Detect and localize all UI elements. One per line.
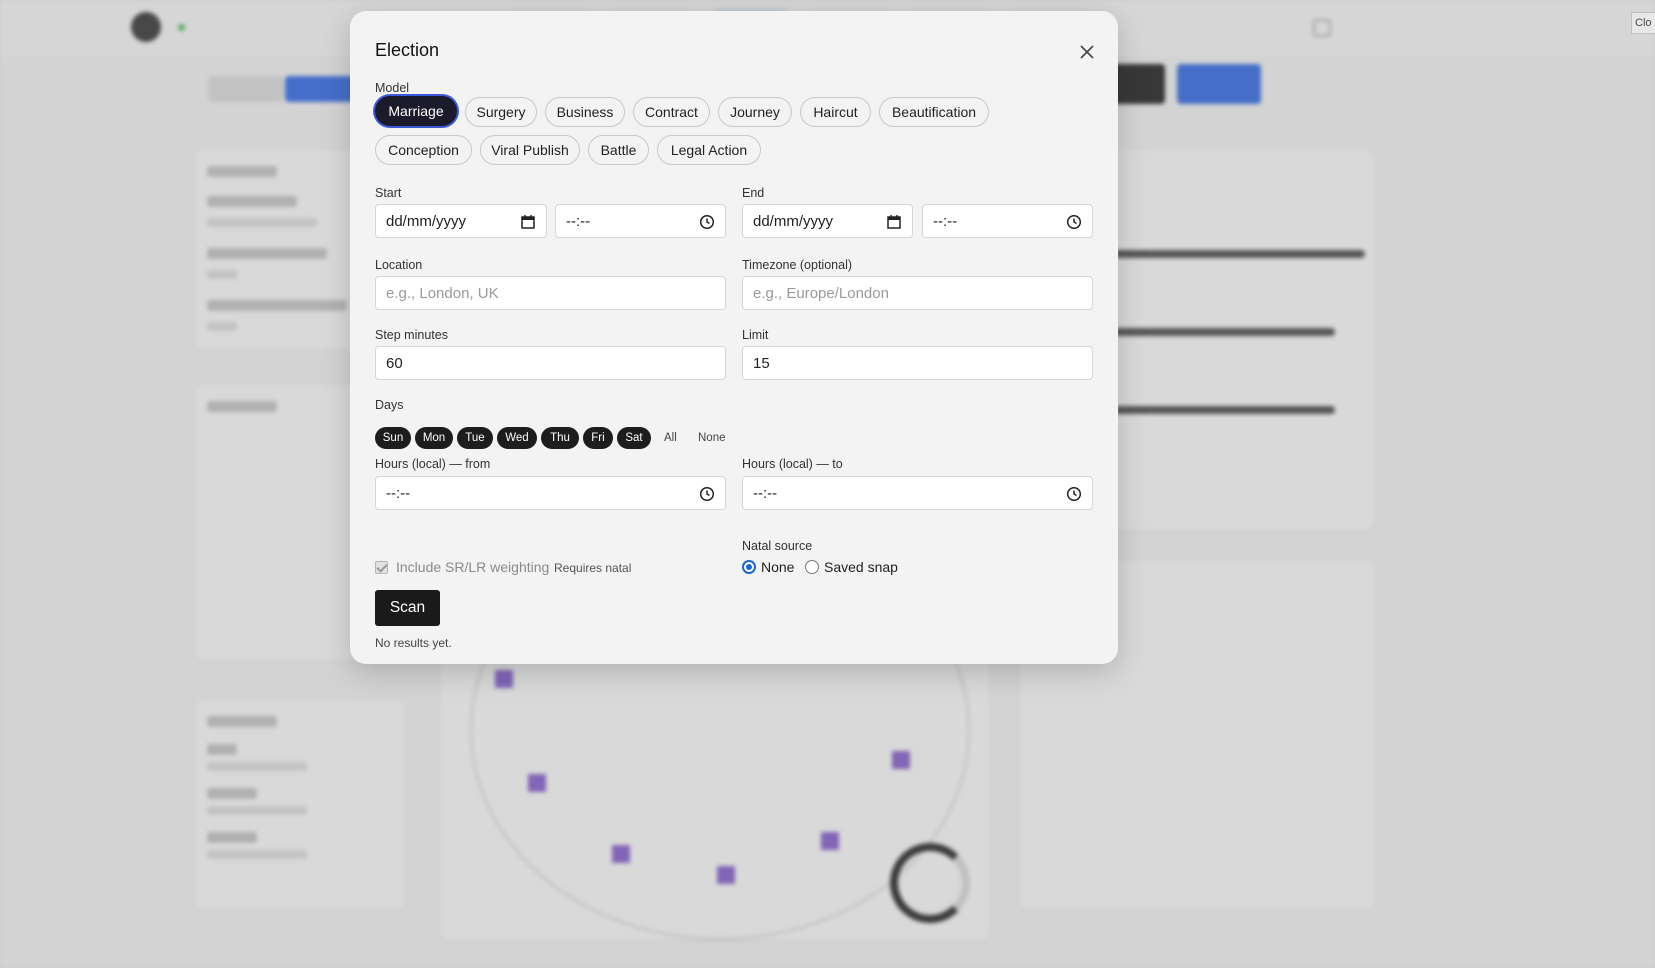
day-thu-toggle[interactable]: Thu — [541, 427, 579, 449]
day-wed-toggle[interactable]: Wed — [497, 427, 537, 449]
limit-value: 15 — [753, 354, 770, 372]
hours-from-label: Hours (local) — from — [375, 457, 491, 471]
location-placeholder: e.g., London, UK — [386, 284, 499, 302]
end-date-input[interactable]: dd/mm/yyyy — [742, 204, 913, 238]
model-viral-publish-button[interactable]: Viral Publish — [480, 135, 580, 165]
model-legal-action-button[interactable]: Legal Action — [657, 135, 761, 165]
model-label: Model — [375, 81, 410, 95]
day-mon-toggle[interactable]: Mon — [415, 427, 453, 449]
start-time-input[interactable]: --:-- — [555, 204, 726, 238]
weighting-checkbox[interactable] — [375, 561, 388, 574]
natal-saved-snap-label: Saved snap — [824, 559, 898, 575]
dialog-title: Election — [375, 40, 440, 60]
clock-icon[interactable] — [699, 486, 715, 502]
end-time-placeholder: --:-- — [933, 212, 958, 230]
hours-from-input[interactable]: --:-- — [375, 476, 726, 510]
weighting-note: Requires natal — [554, 561, 632, 575]
model-beautification-button[interactable]: Beautification — [879, 97, 989, 127]
clock-icon[interactable] — [1066, 214, 1082, 230]
natal-none-label: None — [761, 559, 795, 575]
model-marriage-button[interactable]: Marriage — [375, 96, 457, 126]
calendar-icon[interactable] — [520, 214, 536, 230]
hours-from-placeholder: --:-- — [386, 484, 411, 502]
timezone-placeholder: e.g., Europe/London — [753, 284, 889, 302]
clock-icon[interactable] — [1066, 486, 1082, 502]
model-conception-button[interactable]: Conception — [375, 135, 472, 165]
hours-to-label: Hours (local) — to — [742, 457, 843, 471]
model-surgery-button[interactable]: Surgery — [465, 97, 537, 127]
results-status: No results yet. — [375, 636, 452, 650]
natal-saved-snap-radio[interactable] — [805, 560, 819, 574]
model-haircut-button[interactable]: Haircut — [800, 97, 871, 127]
step-minutes-value: 60 — [386, 354, 403, 372]
calendar-icon[interactable] — [886, 214, 902, 230]
close-icon[interactable] — [1076, 41, 1098, 63]
start-date-placeholder: dd/mm/yyyy — [386, 212, 467, 230]
days-all-button[interactable]: All — [664, 427, 677, 449]
model-contract-button[interactable]: Contract — [633, 97, 710, 127]
natal-none-radio[interactable] — [742, 560, 756, 574]
days-label: Days — [375, 398, 404, 412]
timezone-label: Timezone (optional) — [742, 258, 853, 272]
end-date-placeholder: dd/mm/yyyy — [753, 212, 834, 230]
weighting-label: Include SR/LR weighting — [396, 559, 550, 575]
day-tue-toggle[interactable]: Tue — [457, 427, 493, 449]
election-dialog: Election Model Marriage Surgery Business… — [350, 11, 1118, 664]
location-input[interactable]: e.g., London, UK — [375, 276, 726, 310]
scan-button[interactable]: Scan — [375, 590, 440, 626]
end-label: End — [742, 186, 765, 200]
clock-icon[interactable] — [699, 214, 715, 230]
start-date-input[interactable]: dd/mm/yyyy — [375, 204, 547, 238]
timezone-input[interactable]: e.g., Europe/London — [742, 276, 1093, 310]
start-label: Start — [375, 186, 402, 200]
start-time-placeholder: --:-- — [566, 212, 591, 230]
step-minutes-label: Step minutes — [375, 328, 448, 342]
day-sun-toggle[interactable]: Sun — [375, 427, 411, 449]
limit-input[interactable]: 15 — [742, 346, 1093, 380]
hours-to-placeholder: --:-- — [753, 484, 778, 502]
hours-to-input[interactable]: --:-- — [742, 476, 1093, 510]
model-battle-button[interactable]: Battle — [588, 135, 649, 165]
limit-label: Limit — [742, 328, 769, 342]
day-fri-toggle[interactable]: Fri — [583, 427, 613, 449]
day-sat-toggle[interactable]: Sat — [617, 427, 651, 449]
model-business-button[interactable]: Business — [545, 97, 625, 127]
days-none-button[interactable]: None — [698, 427, 726, 449]
end-time-input[interactable]: --:-- — [922, 204, 1093, 238]
model-journey-button[interactable]: Journey — [718, 97, 792, 127]
location-label: Location — [375, 258, 423, 272]
natal-source-label: Natal source — [742, 539, 813, 553]
step-minutes-input[interactable]: 60 — [375, 346, 726, 380]
